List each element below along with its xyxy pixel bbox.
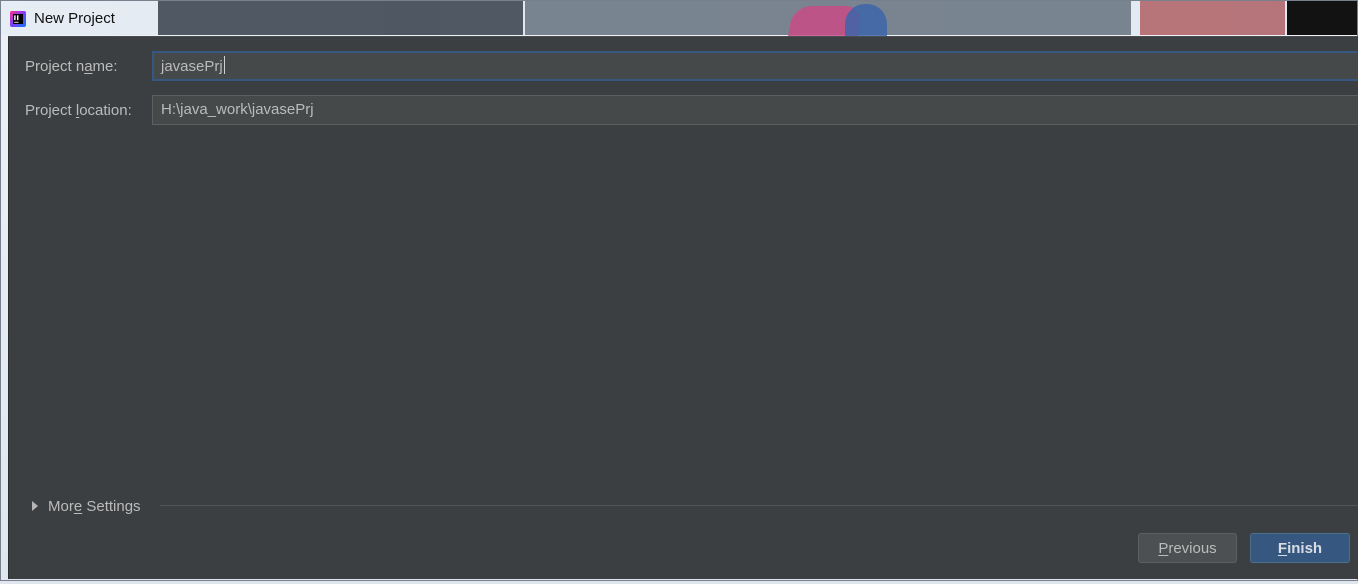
project-name-label-after: me: <box>92 58 118 75</box>
project-name-input[interactable]: javasePrj <box>152 51 1358 81</box>
more-settings-label-after: Settings <box>82 497 141 515</box>
previous-button-mnemonic: P <box>1158 540 1169 557</box>
more-settings-label-mnemonic: e <box>73 497 83 515</box>
finish-button[interactable]: Finish <box>1250 533 1350 563</box>
project-location-input[interactable]: H:\java_work\javasePrj <box>152 95 1358 125</box>
more-settings-label-before: Mor <box>48 497 74 515</box>
project-name-label: Project name: <box>25 59 118 74</box>
project-name-value: javasePrj <box>161 58 223 75</box>
intellij-idea-icon <box>9 10 27 28</box>
more-settings-separator <box>160 505 1358 506</box>
previous-button-label: revious <box>1168 540 1217 557</box>
window-titlebar[interactable]: New Project <box>1 1 1358 36</box>
more-settings-label: More Settings <box>48 499 141 514</box>
text-caret <box>223 56 225 74</box>
screen: New Project Project name: javasePrj Proj… <box>0 0 1358 584</box>
project-location-label-after: ocation: <box>79 102 132 119</box>
dialog-content: Project name: javasePrj Project location… <box>8 36 1358 579</box>
previous-button[interactable]: Previous <box>1138 533 1237 563</box>
finish-button-label: inish <box>1287 540 1323 557</box>
new-project-dialog: New Project Project name: javasePrj Proj… <box>0 0 1358 581</box>
chevron-right-icon <box>32 501 38 511</box>
more-settings-toggle[interactable]: More Settings <box>31 497 141 515</box>
project-name-label-mnemonic: a <box>84 58 93 75</box>
project-name-label-before: Project n <box>25 58 85 75</box>
finish-button-mnemonic: F <box>1277 540 1288 557</box>
project-location-value: H:\java_work\javasePrj <box>161 101 314 118</box>
window-title: New Project <box>34 10 115 27</box>
project-location-label: Project location: <box>25 103 132 118</box>
project-location-label-before: Project <box>25 102 76 119</box>
